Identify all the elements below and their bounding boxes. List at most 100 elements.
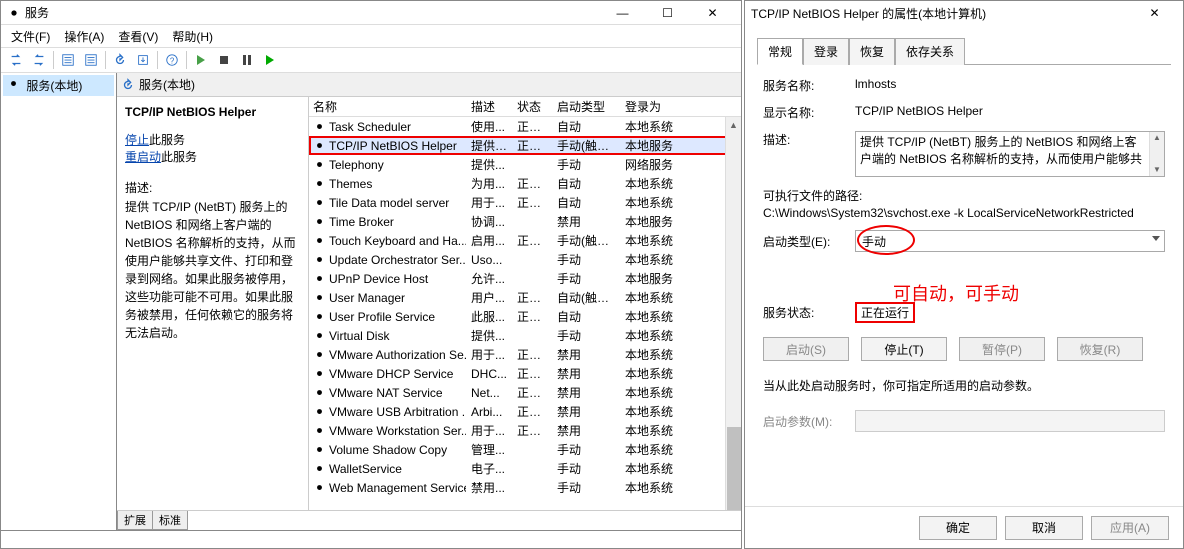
cell-logon: 本地系统 — [621, 345, 691, 364]
maximize-button[interactable]: ☐ — [645, 1, 690, 25]
detail-button[interactable] — [80, 49, 102, 71]
btn-stop[interactable]: 停止(T) — [861, 337, 947, 361]
desc-scrollbar[interactable]: ▲▼ — [1149, 132, 1164, 176]
list-button[interactable] — [57, 49, 79, 71]
btn-start[interactable]: 启动(S) — [763, 337, 849, 361]
menu-file[interactable]: 文件(F) — [5, 26, 56, 47]
fwd-button[interactable] — [28, 49, 50, 71]
stop-link[interactable]: 停止 — [125, 133, 149, 147]
cell-logon: 本地系统 — [621, 307, 691, 326]
table-row[interactable]: Time Broker协调...禁用本地服务 — [309, 212, 741, 231]
cell-desc: 允许... — [467, 269, 513, 288]
dlg-desc-box[interactable]: 提供 TCP/IP (NetBT) 服务上的 NetBIOS 和网络上客户端的 … — [855, 131, 1165, 177]
window-title: 服务 — [25, 4, 600, 21]
ok-button[interactable]: 确定 — [919, 516, 997, 540]
menu-view[interactable]: 查看(V) — [112, 26, 164, 47]
statusbar — [1, 530, 741, 548]
table-row[interactable]: Web Management Service禁用...手动本地系统 — [309, 478, 741, 497]
menu-action[interactable]: 操作(A) — [58, 26, 110, 47]
table-row[interactable]: Virtual Disk提供...手动本地系统 — [309, 326, 741, 345]
cell-status: 正在... — [513, 136, 553, 155]
cell-name: VMware USB Arbitration ... — [329, 405, 467, 419]
dlg-titlebar[interactable]: TCP/IP NetBIOS Helper 的属性(本地计算机) ✕ — [745, 1, 1183, 25]
tree-root[interactable]: 服务(本地) — [3, 75, 114, 96]
cell-start: 手动 — [553, 250, 621, 269]
export-button[interactable] — [132, 49, 154, 71]
btn-pause[interactable]: 暂停(P) — [959, 337, 1045, 361]
cell-name: Themes — [329, 177, 372, 191]
tab-extended[interactable]: 扩展 — [117, 511, 152, 530]
table-row[interactable]: VMware NAT ServiceNet...正在...禁用本地系统 — [309, 383, 741, 402]
scroll-up-icon[interactable]: ▲ — [726, 117, 742, 133]
col-logon[interactable]: 登录为 — [621, 97, 691, 116]
table-row[interactable]: Themes为用...正在...自动本地系统 — [309, 174, 741, 193]
back-button[interactable] — [5, 49, 27, 71]
table-body[interactable]: Task Scheduler使用...正在...自动本地系统TCP/IP Net… — [309, 117, 741, 497]
tab-standard[interactable]: 标准 — [152, 511, 188, 530]
cell-name: User Manager — [329, 291, 405, 305]
minimize-button[interactable]: — — [600, 1, 645, 25]
table-row[interactable]: TCP/IP NetBIOS Helper提供 ...正在...手动(触发...… — [309, 136, 741, 155]
cell-start: 手动 — [553, 478, 621, 497]
col-start[interactable]: 启动类型 — [553, 97, 621, 116]
col-name[interactable]: 名称 — [309, 97, 467, 116]
col-status[interactable]: 状态 — [513, 97, 553, 116]
col-desc[interactable]: 描述 — [467, 97, 513, 116]
starttype-select[interactable]: 手动 — [855, 230, 1165, 252]
apply-button[interactable]: 应用(A) — [1091, 516, 1169, 540]
dlg-foot: 确定 取消 应用(A) — [745, 506, 1183, 548]
table-row[interactable]: User Manager用户...正在...自动(触发...本地系统 — [309, 288, 741, 307]
cell-desc: 提供... — [467, 155, 513, 174]
table-row[interactable]: Touch Keyboard and Ha...启用...正在...手动(触发.… — [309, 231, 741, 250]
cell-status — [513, 221, 553, 223]
cell-start: 禁用 — [553, 364, 621, 383]
table-row[interactable]: UPnP Device Host允许...手动本地服务 — [309, 269, 741, 288]
stop-button[interactable] — [213, 49, 235, 71]
table-row[interactable]: Volume Shadow Copy管理...手动本地系统 — [309, 440, 741, 459]
table-row[interactable]: VMware USB Arbitration ...Arbi...正在...禁用… — [309, 402, 741, 421]
cell-logon: 本地系统 — [621, 440, 691, 459]
tab-general[interactable]: 常规 — [757, 38, 803, 65]
cell-logon: 本地系统 — [621, 117, 691, 136]
btn-resume[interactable]: 恢复(R) — [1057, 337, 1143, 361]
cell-start: 禁用 — [553, 383, 621, 402]
scrollbar[interactable]: ▲ ▼ — [725, 117, 741, 510]
cell-name: Web Management Service — [329, 481, 467, 495]
close-button[interactable]: ✕ — [690, 1, 735, 25]
restart-link[interactable]: 重启动 — [125, 150, 161, 164]
scroll-thumb[interactable] — [727, 427, 741, 510]
table-row[interactable]: Task Scheduler使用...正在...自动本地系统 — [309, 117, 741, 136]
cell-logon: 本地系统 — [621, 364, 691, 383]
restart-button[interactable] — [259, 49, 281, 71]
tab-logon2[interactable]: 登录 — [803, 38, 849, 65]
table-row[interactable]: VMware Workstation Ser...用于...正在...禁用本地系… — [309, 421, 741, 440]
tab-deps[interactable]: 依存关系 — [895, 38, 965, 65]
table-row[interactable]: User Profile Service此服...正在...自动本地系统 — [309, 307, 741, 326]
cell-desc: 用户... — [467, 288, 513, 307]
titlebar[interactable]: 服务 — ☐ ✕ — [1, 1, 741, 25]
cell-desc: 用于... — [467, 421, 513, 440]
cell-logon: 本地系统 — [621, 478, 691, 497]
menu-help[interactable]: 帮助(H) — [166, 26, 219, 47]
gear-icon — [313, 196, 326, 209]
tab-recovery[interactable]: 恢复 — [849, 38, 895, 65]
play-button[interactable] — [190, 49, 212, 71]
cell-name: Telephony — [329, 158, 384, 172]
cancel-button[interactable]: 取消 — [1005, 516, 1083, 540]
table-row[interactable]: Tile Data model server用于...正在...自动本地系统 — [309, 193, 741, 212]
refresh-button[interactable] — [109, 49, 131, 71]
cell-desc: 提供 ... — [467, 136, 513, 155]
pause-button[interactable] — [236, 49, 258, 71]
refresh-icon — [121, 78, 135, 92]
menubar: 文件(F) 操作(A) 查看(V) 帮助(H) — [1, 25, 741, 47]
table-row[interactable]: WalletService电子...手动本地系统 — [309, 459, 741, 478]
gear-icon — [313, 443, 326, 456]
table-row[interactable]: VMware Authorization Se...用于...正在...禁用本地… — [309, 345, 741, 364]
table-row[interactable]: Update Orchestrator Ser...Uso...手动本地系统 — [309, 250, 741, 269]
help-button[interactable] — [161, 49, 183, 71]
cell-name: Tile Data model server — [329, 196, 449, 210]
dlg-close-button[interactable]: ✕ — [1132, 1, 1177, 25]
play-icon — [197, 55, 205, 65]
table-row[interactable]: Telephony提供...手动网络服务 — [309, 155, 741, 174]
table-row[interactable]: VMware DHCP ServiceDHC...正在...禁用本地系统 — [309, 364, 741, 383]
